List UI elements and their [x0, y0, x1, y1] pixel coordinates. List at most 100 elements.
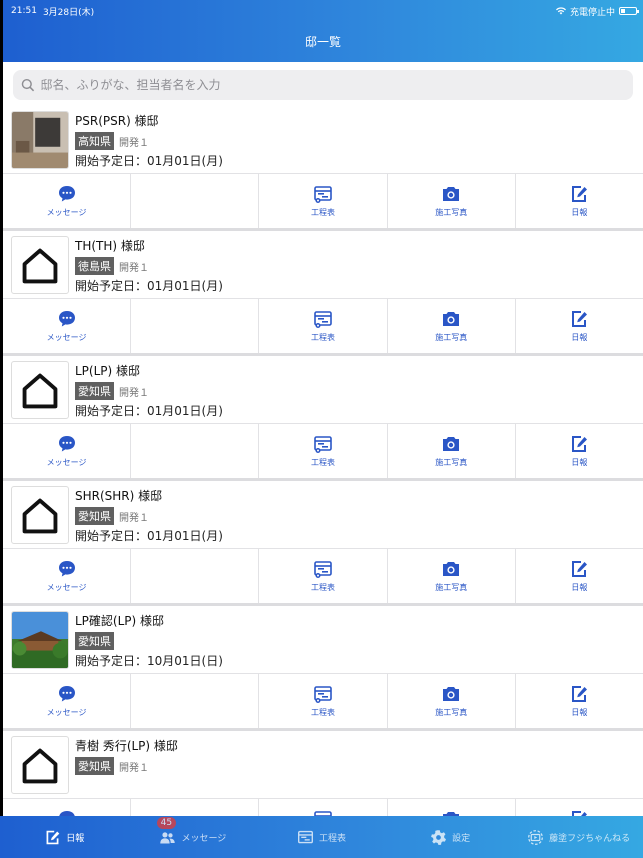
channel-icon [528, 829, 544, 845]
message-label: メッセージ [46, 583, 87, 592]
house-icon [22, 248, 58, 284]
message-button[interactable]: メッセージ [3, 674, 132, 728]
house-thumbnail [11, 486, 69, 544]
house-name: PSR(PSR) 様邸 [75, 114, 159, 128]
photo-button[interactable]: 施工写真 [388, 674, 516, 728]
house-card-2: TH(TH) 様邸 徳島県 開発１ 開始予定日：01月01日(月) メッセージ … [3, 231, 643, 356]
report-icon [572, 811, 588, 816]
dev-label: 開発１ [119, 262, 149, 274]
tab-label: メッセージ [181, 833, 227, 844]
house-name: TH(TH) 様邸 [75, 239, 145, 253]
room-photo [12, 112, 68, 168]
search-field[interactable] [13, 70, 633, 100]
tab-message[interactable]: 45 メッセージ [129, 816, 258, 846]
photo-button[interactable]: 施工写真 [388, 799, 516, 816]
report-button[interactable]: 日報 [516, 549, 643, 603]
schedule-button[interactable]: 工程表 [259, 174, 388, 228]
tab-report[interactable]: 日報 [0, 829, 129, 846]
report-icon [572, 311, 588, 327]
message-button[interactable]: メッセージ [3, 174, 132, 228]
tab-schedule[interactable]: 工程表 [257, 829, 386, 846]
house-info[interactable]: SHR(SHR) 様邸 愛知県 開発１ 開始予定日：01月01日(月) [3, 481, 643, 548]
schedule-icon [314, 686, 332, 703]
photo-button[interactable]: 施工写真 [388, 549, 516, 603]
photo-label: 施工写真 [435, 208, 468, 217]
tab-label: 日報 [66, 833, 85, 844]
report-button[interactable]: 日報 [516, 174, 643, 228]
house-info[interactable]: PSR(PSR) 様邸 高知県 開発１ 開始予定日：01月01日(月) [3, 106, 643, 173]
photo-button[interactable]: 施工写真 [388, 174, 516, 228]
report-button[interactable]: 日報 [516, 299, 643, 353]
start-date: 開始予定日：01月01日(月) [75, 279, 223, 293]
house-card-1: PSR(PSR) 様邸 高知県 開発１ 開始予定日：01月01日(月) メッセー… [3, 106, 643, 231]
status-date: 3月28日(木) [42, 7, 95, 18]
status-bar: 21:51 3月28日(木) 充電停止中 [11, 4, 639, 18]
house-info[interactable]: TH(TH) 様邸 徳島県 開発１ 開始予定日：01月01日(月) [3, 231, 643, 298]
prefecture-tag: 愛知県 [75, 382, 114, 400]
report-icon [46, 830, 60, 844]
schedule-icon [314, 436, 332, 453]
camera-icon [443, 562, 460, 576]
house-info[interactable]: 青樹 秀行(LP) 様邸 愛知県 開発１ [3, 731, 643, 798]
report-button[interactable]: 日報 [516, 674, 643, 728]
report-icon [572, 436, 588, 452]
house-thumbnail [11, 611, 69, 669]
message-button[interactable]: メッセージ [3, 799, 132, 816]
camera-icon [443, 437, 460, 451]
tab-channel[interactable]: 藤塗フジちゃんねる [514, 829, 643, 846]
message-icon [58, 686, 75, 702]
schedule-button[interactable]: 工程表 [259, 424, 388, 478]
photo-button[interactable]: 施工写真 [388, 424, 516, 478]
dev-label: 開発１ [119, 137, 149, 149]
photo-label: 施工写真 [435, 708, 468, 717]
house-card-4: SHR(SHR) 様邸 愛知県 開発１ 開始予定日：01月01日(月) メッセー… [3, 481, 643, 606]
house-card-5: LP確認(LP) 様邸 愛知県 開始予定日：10月01日(日) メッセージ 工程… [3, 606, 643, 731]
card-actions: メッセージ 工程表 施工写真 日報 [3, 298, 643, 353]
report-button[interactable]: 日報 [516, 799, 643, 816]
house-icon [22, 498, 58, 534]
schedule-label: 工程表 [311, 583, 335, 592]
message-button[interactable]: メッセージ [3, 424, 132, 478]
report-icon [572, 186, 588, 202]
message-button[interactable]: メッセージ [3, 549, 132, 603]
page-title: 邸一覧 [304, 35, 341, 49]
house-list[interactable]: PSR(PSR) 様邸 高知県 開発１ 開始予定日：01月01日(月) メッセー… [0, 106, 643, 816]
report-label: 日報 [571, 333, 588, 342]
report-icon [572, 561, 588, 577]
schedule-button[interactable]: 工程表 [259, 799, 388, 816]
report-button[interactable]: 日報 [516, 424, 643, 478]
house-name: 青樹 秀行(LP) 様邸 [75, 739, 178, 753]
photo-button[interactable]: 施工写真 [388, 299, 516, 353]
start-date: 開始予定日：01月01日(月) [75, 404, 223, 418]
house-thumbnail [11, 111, 69, 169]
schedule-button[interactable]: 工程表 [259, 299, 388, 353]
house-info[interactable]: LP確認(LP) 様邸 愛知県 開始予定日：10月01日(日) [3, 606, 643, 673]
start-date: 開始予定日：01月01日(月) [75, 529, 223, 543]
search-input[interactable] [40, 78, 633, 92]
temple-photo [12, 612, 68, 668]
house-info[interactable]: LP(LP) 様邸 愛知県 開発１ 開始予定日：01月01日(月) [3, 356, 643, 423]
prefecture-tag: 徳島県 [75, 257, 114, 275]
empty-action [131, 674, 260, 728]
house-thumbnail [11, 236, 69, 294]
message-label: メッセージ [46, 708, 87, 717]
schedule-button[interactable]: 工程表 [259, 674, 388, 728]
empty-action [131, 799, 260, 816]
message-count-badge: 45 [156, 816, 177, 829]
dev-label: 開発１ [119, 512, 149, 524]
wifi-icon [555, 7, 566, 15]
prefecture-tag: 愛知県 [75, 507, 114, 525]
message-icon [58, 436, 75, 452]
card-actions: メッセージ 工程表 施工写真 日報 [3, 548, 643, 603]
status-time: 21:51 [11, 6, 37, 16]
message-button[interactable]: メッセージ [3, 299, 132, 353]
tab-settings[interactable]: 設定 [386, 829, 515, 846]
photo-label: 施工写真 [435, 458, 468, 467]
schedule-button[interactable]: 工程表 [259, 549, 388, 603]
prefecture-tag: 高知県 [75, 132, 114, 150]
start-date: 開始予定日：10月01日(日) [75, 654, 223, 668]
schedule-label: 工程表 [311, 208, 335, 217]
schedule-label: 工程表 [311, 458, 335, 467]
photo-label: 施工写真 [435, 583, 468, 592]
prefecture-tag: 愛知県 [75, 757, 114, 775]
